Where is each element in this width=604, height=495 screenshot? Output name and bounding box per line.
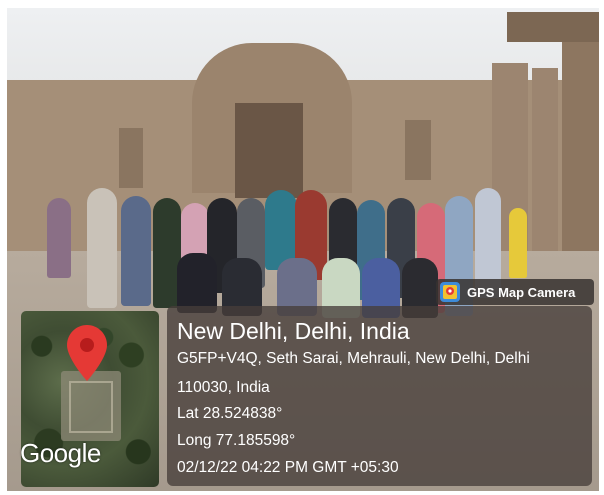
wall-window: [405, 120, 431, 180]
google-logo: Google: [20, 438, 101, 468]
address-line-2: 110030, India: [177, 379, 270, 396]
latitude: Lat 28.524838°: [177, 405, 283, 422]
map-ruin-outline: [69, 381, 113, 433]
map-pin-icon: [67, 325, 107, 381]
gps-map-camera-badge: GPS Map Camera: [436, 279, 594, 305]
pillar-lintel: [507, 12, 599, 42]
badge-label: GPS Map Camera: [467, 284, 576, 300]
longitude: Long 77.185598°: [177, 432, 296, 449]
address-line-1: G5FP+V4Q, Seth Sarai, Mehrauli, New Delh…: [177, 350, 530, 367]
datetime: 02/12/22 04:22 PM GMT +05:30: [177, 459, 399, 476]
stone-pillar: [562, 16, 599, 261]
location-title: New Delhi, Delhi, India: [177, 318, 410, 344]
gps-map-camera-icon: [440, 282, 460, 302]
